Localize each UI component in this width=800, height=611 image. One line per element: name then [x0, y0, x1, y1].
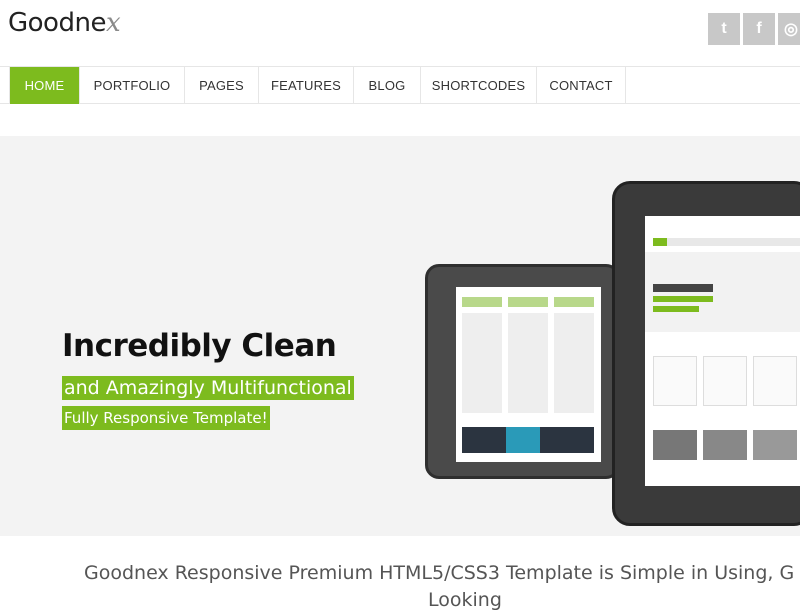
facebook-icon[interactable]: f — [743, 13, 775, 45]
nav-item-contact[interactable]: CONTACT — [537, 67, 626, 104]
dribbble-glyph: ◎ — [784, 21, 798, 38]
main-nav: HOME PORTFOLIO PAGES FEATURES BLOG SHORT… — [0, 66, 800, 104]
header: Goodnex t f ◎ — [0, 0, 800, 66]
nav-label: HOME — [24, 78, 65, 93]
dribbble-icon[interactable]: ◎ — [778, 13, 800, 45]
nav-label: CONTACT — [549, 78, 613, 93]
twitter-glyph: t — [721, 20, 727, 37]
twitter-icon[interactable]: t — [708, 13, 740, 45]
nav-item-home[interactable]: HOME — [10, 67, 80, 104]
nav-item-blog[interactable]: BLOG — [354, 67, 421, 104]
nav-label: FEATURES — [271, 78, 341, 93]
tablet-back-screen — [456, 287, 601, 462]
hero-slider[interactable]: Incredibly Clean and Amazingly Multifunc… — [0, 136, 800, 536]
nav-item-shortcodes[interactable]: SHORTCODES — [421, 67, 537, 104]
logo-main: Goodne — [8, 8, 106, 38]
intro-text: Goodnex Responsive Premium HTML5/CSS3 Te… — [84, 562, 795, 584]
intro-text-line2: Looking — [428, 589, 502, 611]
logo-tail: x — [105, 8, 121, 38]
nav-item-portfolio[interactable]: PORTFOLIO — [80, 67, 185, 104]
nav-label: BLOG — [368, 78, 406, 93]
facebook-glyph: f — [756, 20, 762, 37]
nav-item-features[interactable]: FEATURES — [259, 67, 354, 104]
tablet-back-image — [425, 264, 620, 479]
tablet-front-image — [612, 181, 800, 526]
nav-label: PAGES — [199, 78, 244, 93]
hero-title: Incredibly Clean — [62, 328, 337, 364]
hero-subtitle: and Amazingly Multifunctional — [62, 376, 354, 400]
nav-label: SHORTCODES — [431, 78, 526, 93]
nav-label: PORTFOLIO — [93, 78, 171, 93]
logo[interactable]: Goodnex — [8, 8, 121, 38]
nav-item-pages[interactable]: PAGES — [185, 67, 259, 104]
tablet-front-screen — [645, 216, 800, 486]
hero-tagline: Fully Responsive Template! — [62, 406, 270, 430]
